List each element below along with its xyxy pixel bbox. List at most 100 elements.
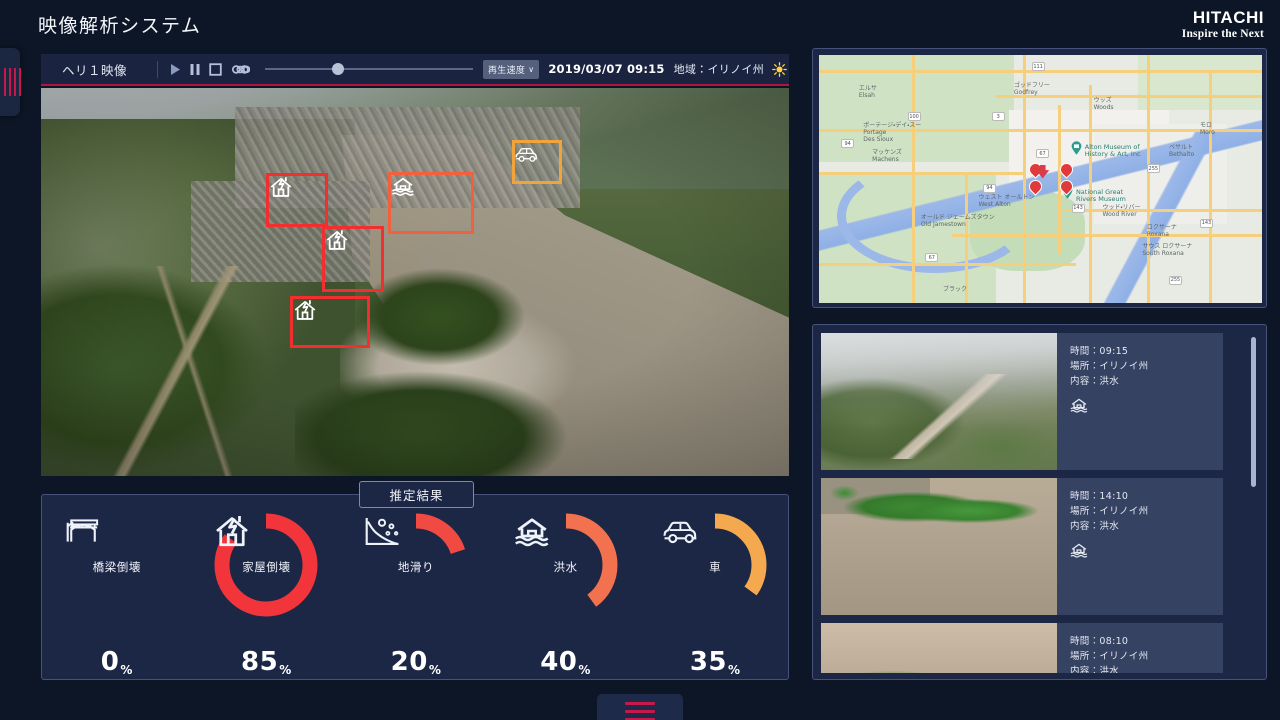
gauge-center: 家屋倒壊 — [212, 511, 320, 619]
gauge-value-unit: % — [279, 663, 292, 677]
map-road-3 — [1062, 208, 1262, 212]
map-panel[interactable]: エルサ Elsah ゴッドフリー Godfrey ウッズ Woods モロ Moro ベサルト B… — [812, 48, 1267, 308]
map-road-9 — [1208, 69, 1212, 303]
event-list-scrollbar[interactable] — [1251, 337, 1256, 667]
infinity-loop-icon[interactable] — [231, 63, 250, 76]
map-label-ja: ベサルト — [1168, 144, 1193, 152]
event-metadata: 時間：14:10 場所：イリノイ州 内容：洪水 — [1057, 478, 1223, 615]
map-label-ja: ウッド・リバー — [1102, 203, 1141, 211]
map-label-en: Portage Des Sioux — [863, 128, 894, 143]
house-damage-icon — [266, 173, 296, 201]
gauge-value-unit: % — [578, 663, 591, 677]
gauge-4: 車 35% — [640, 511, 790, 681]
map-label-ja: モロ — [1199, 121, 1212, 129]
event-list-item[interactable]: 時間：09:15 場所：イリノイ州 内容：洪水 — [821, 333, 1223, 470]
gauge-dial: 家屋倒壊 — [212, 511, 320, 619]
video-stage[interactable] — [41, 88, 789, 476]
map-label-ja: オールド ジェームズタウン — [920, 213, 995, 221]
playback-speed-select[interactable]: 再生速度 ∨ — [483, 59, 540, 79]
map-label-en: Woods — [1093, 104, 1114, 112]
event-place-label: 場所：イリノイ州 — [1070, 361, 1149, 372]
map-label-ja: マッケンズ — [872, 149, 902, 157]
transport-controls — [158, 62, 259, 76]
event-time-label: 時間：14:10 — [1070, 491, 1129, 502]
map-label-en: Elsah — [858, 91, 875, 99]
detection-car-1[interactable] — [512, 140, 562, 184]
brand-tagline: Inspire the Next — [1181, 28, 1264, 40]
map-label-en: Wood River — [1102, 210, 1137, 218]
pause-button[interactable] — [190, 63, 200, 76]
event-place-label: 場所：イリノイ州 — [1070, 651, 1149, 662]
menu-bars-icon — [4, 68, 21, 96]
flood-house-icon — [1069, 395, 1089, 415]
gauge-label: 地滑り — [397, 559, 435, 574]
map-route-shield-7: 143 — [1071, 203, 1085, 213]
detection-house-collapse-1[interactable] — [266, 173, 328, 227]
bottom-menu-button[interactable] — [597, 694, 683, 720]
gauge-label: 車 — [709, 559, 722, 574]
house-damage-icon — [322, 226, 352, 254]
estimation-results-tab: 推定結果 — [359, 481, 474, 508]
video-panel: ヘリ１映像 再生速度 ∨ 2019/03/07 09:15 地域：イリノイ州 — [41, 54, 789, 476]
event-list-scrollport[interactable]: 時間：09:15 場所：イリノイ州 内容：洪水 時間：14:10 場所：イリノイ… — [821, 333, 1223, 673]
sidebar-toggle-tab[interactable] — [0, 48, 21, 116]
event-thumbnail[interactable] — [821, 333, 1057, 470]
gauge-value: 35% — [690, 647, 741, 677]
stop-button[interactable] — [209, 62, 222, 76]
gauge-value-number: 35 — [689, 647, 727, 677]
map-label-en: Godfrey — [1013, 89, 1038, 97]
gauge-2: 地滑り 20% — [341, 511, 491, 681]
gauge-dial: 橋梁倒壊 — [63, 511, 171, 619]
event-thumbnail[interactable] — [821, 478, 1057, 615]
event-list-item[interactable]: 時間：14:10 場所：イリノイ州 内容：洪水 — [821, 478, 1223, 615]
detection-flood-1[interactable] — [388, 172, 474, 234]
map-label-2: ウッズ Woods — [1094, 97, 1114, 111]
event-content-label: 内容：洪水 — [1070, 521, 1120, 532]
map-canvas[interactable]: エルサ Elsah ゴッドフリー Godfrey ウッズ Woods モロ Moro ベサルト B… — [819, 55, 1262, 303]
gauge-row: 橋梁倒壊 0% 家屋倒壊 85% 地滑り 20% 洪水 40 % 車 35 % — [42, 511, 790, 681]
chevron-down-icon: ∨ — [528, 64, 535, 74]
map-label-8: オールド ジェームズタウン Old Jamestown — [921, 214, 995, 228]
event-content-label: 内容：洪水 — [1070, 376, 1120, 387]
map-label-ja: サウス ロクサーナ — [1142, 243, 1193, 251]
map-route-shield-5: 94 — [982, 183, 996, 193]
sun-icon — [772, 61, 787, 77]
play-button[interactable] — [170, 63, 181, 76]
estimation-results-panel: 推定結果 橋梁倒壊 0% 家屋倒壊 85% 地滑り 20 % 洪水 40 % 車… — [41, 481, 790, 681]
map-label-ja: ウッズ — [1093, 97, 1112, 105]
gauge-value-number: 40 — [540, 647, 578, 677]
map-label-ja: ウェスト オールトン — [978, 193, 1035, 201]
event-thumbnail[interactable] — [821, 623, 1057, 673]
gauge-value-unit: % — [728, 663, 741, 677]
gauge-value-number: 85 — [241, 647, 279, 677]
map-poi-0[interactable]: Alton Museum of History & Art, Inc — [1085, 144, 1141, 158]
hamburger-menu-icon — [625, 701, 655, 720]
gauge-value: 85% — [241, 647, 292, 677]
event-list-item[interactable]: 時間：08:10 場所：イリノイ州 内容：洪水 — [821, 623, 1223, 673]
gauge-value-unit: % — [428, 663, 442, 677]
map-label-ja: エルサ — [858, 84, 877, 92]
map-road-2 — [819, 171, 1023, 175]
page-title: 映像解析システム — [38, 15, 202, 37]
map-poi-1[interactable]: National Great Rivers Museum — [1076, 188, 1126, 203]
gauge-3: 洪水 40% — [491, 511, 641, 681]
event-list-scroll-thumb[interactable] — [1251, 337, 1256, 487]
map-label-en: West Alton — [978, 200, 1011, 208]
video-scene-vignette — [41, 88, 789, 476]
detection-house-collapse-2[interactable] — [322, 226, 384, 292]
gauge-center: 洪水 — [512, 511, 620, 619]
gauge-label: 家屋倒壊 — [242, 559, 291, 574]
event-list-panel: 時間：09:15 場所：イリノイ州 内容：洪水 時間：14:10 場所：イリノイ… — [812, 324, 1267, 680]
detection-house-collapse-3[interactable] — [290, 296, 370, 348]
playback-progress-slider[interactable] — [265, 63, 473, 75]
brand-logo: HITACHI Inspire the Next — [1182, 9, 1264, 41]
map-label-0: エルサ Elsah — [859, 85, 877, 99]
gauge-center: 橋梁倒壊 — [63, 511, 171, 619]
gauge-1: 家屋倒壊 85% — [192, 511, 342, 681]
map-road-4 — [819, 263, 1076, 267]
playback-progress-handle[interactable] — [331, 63, 344, 75]
gauge-label: 橋梁倒壊 — [92, 559, 141, 574]
gauge-value: 20% — [391, 647, 442, 677]
map-route-shield-6: 255 — [1146, 164, 1160, 174]
map-poi-pin-icon[interactable] — [1071, 140, 1082, 155]
